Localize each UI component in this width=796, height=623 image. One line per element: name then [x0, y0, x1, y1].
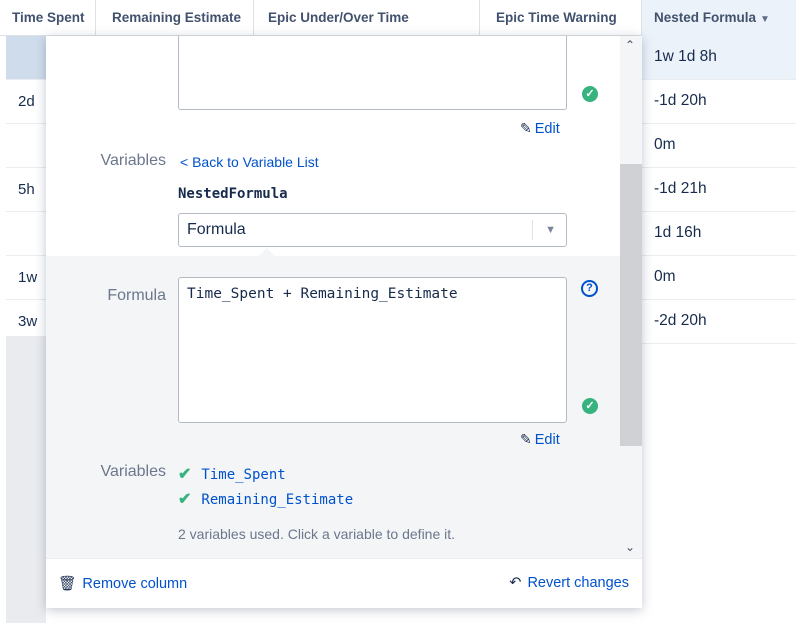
- outer-formula-textarea[interactable]: [178, 36, 567, 110]
- remove-column-label: Remove column: [82, 576, 188, 592]
- column-header-remaining-estimate[interactable]: Remaining Estimate: [106, 0, 254, 36]
- section-pointer: [258, 248, 276, 257]
- grid-cell-nested-formula[interactable]: -2d 20h: [642, 300, 796, 344]
- formula-edit-link[interactable]: ✎ Edit: [520, 431, 560, 448]
- formula-textarea[interactable]: Time_Spent + Remaining_Estimate: [178, 277, 567, 423]
- column-header-label: Nested Formula: [654, 10, 757, 25]
- question-circle-icon[interactable]: ?: [581, 280, 598, 297]
- revert-changes-label: Revert changes: [527, 575, 629, 591]
- chevron-down-icon: ▼: [545, 224, 556, 236]
- variable-type-select[interactable]: Formula ▼: [178, 213, 567, 247]
- edit-link-label: Edit: [534, 432, 560, 448]
- formula-label: Formula: [107, 287, 166, 304]
- grid-cell[interactable]: [6, 212, 46, 256]
- grid-header: Time Spent Remaining Estimate Epic Under…: [0, 0, 796, 36]
- grid-cell-nested-formula[interactable]: 1d 16h: [642, 212, 796, 256]
- grid-cell-nested-formula[interactable]: 0m: [642, 124, 796, 168]
- grid-cell[interactable]: [6, 36, 46, 80]
- grid-cell-nested-formula[interactable]: 1w 1d 8h: [642, 36, 796, 80]
- check-circle-icon: ✓: [582, 398, 598, 414]
- check-circle-icon: ✓: [582, 86, 598, 102]
- formula-text[interactable]: Time_Spent + Remaining_Estimate: [187, 286, 458, 302]
- variable-item: ✔ Time_Spent: [178, 464, 286, 484]
- variables-label: Variables: [100, 152, 166, 169]
- remove-column-button[interactable]: 🗑 Remove column: [58, 575, 187, 592]
- edit-link[interactable]: ✎ Edit: [520, 120, 560, 137]
- revert-icon: ↶: [509, 575, 522, 591]
- check-icon: ✔: [178, 466, 192, 483]
- column-header-label: Time Spent: [12, 10, 85, 25]
- scrollbar-thumb[interactable]: [620, 164, 642, 446]
- select-separator: [532, 220, 533, 240]
- grid-cell-nested-formula[interactable]: -1d 21h: [642, 168, 796, 212]
- column-header-label: Epic Under/Over Time: [268, 10, 409, 25]
- formula-variables-label: Variables: [100, 463, 166, 480]
- grid-cell[interactable]: 5h: [6, 168, 46, 212]
- column-config-popup: ✓ ✎ Edit Variables < Back to Variable Lis…: [46, 36, 642, 608]
- variable-link-remaining-estimate[interactable]: Remaining_Estimate: [201, 492, 353, 508]
- variable-type-value: Formula: [187, 221, 246, 238]
- column-header-nested-formula[interactable]: Nested Formula ▼: [642, 0, 796, 36]
- pencil-icon: ✎: [520, 431, 532, 447]
- trash-icon: 🗑: [58, 576, 77, 592]
- popup-scroll-area[interactable]: ✓ ✎ Edit Variables < Back to Variable Lis…: [46, 36, 642, 558]
- revert-changes-button[interactable]: ↶ Revert changes: [509, 575, 629, 591]
- popup-scrollbar[interactable]: ⌃ ⌄: [620, 36, 642, 558]
- grid-cell[interactable]: 1w: [6, 256, 46, 300]
- column-header-time-spent[interactable]: Time Spent: [6, 0, 96, 36]
- edit-link-label: Edit: [534, 121, 560, 137]
- column-header-label: Epic Time Warning: [496, 10, 617, 25]
- grid-cell-nested-formula[interactable]: 0m: [642, 256, 796, 300]
- chevron-down-icon[interactable]: ⌄: [625, 540, 635, 554]
- popup-footer: 🗑 Remove column ↶ Revert changes: [46, 558, 642, 608]
- column-header-epic-time-warning[interactable]: Epic Time Warning: [480, 0, 642, 36]
- grid-cell[interactable]: [6, 124, 46, 168]
- empty-grid-area: [6, 336, 46, 623]
- chevron-up-icon[interactable]: ⌃: [625, 38, 635, 52]
- column-header-epic-under-over-time[interactable]: Epic Under/Over Time: [254, 0, 480, 36]
- grid-cell[interactable]: 3w: [6, 300, 46, 344]
- grid-cell[interactable]: 2d: [6, 80, 46, 124]
- grid-cell-nested-formula[interactable]: -1d 20h: [642, 80, 796, 124]
- sort-desc-icon[interactable]: ▼: [760, 14, 770, 25]
- variable-name: NestedFormula: [178, 186, 288, 202]
- variables-hint: 2 variables used. Click a variable to de…: [178, 526, 456, 542]
- nested-formula-column: 1w 1d 8h -1d 20h 0m -1d 21h 1d 16h 0m -2…: [642, 36, 796, 344]
- variable-link-time-spent[interactable]: Time_Spent: [201, 467, 285, 483]
- variable-item: ✔ Remaining_Estimate: [178, 489, 353, 509]
- grid-left-column: 2d 5h 1w 3w: [6, 36, 46, 623]
- check-icon: ✔: [178, 491, 192, 508]
- back-to-variable-list-link[interactable]: < Back to Variable List: [180, 154, 319, 170]
- pencil-icon: ✎: [520, 120, 532, 136]
- column-header-label: Remaining Estimate: [112, 10, 242, 25]
